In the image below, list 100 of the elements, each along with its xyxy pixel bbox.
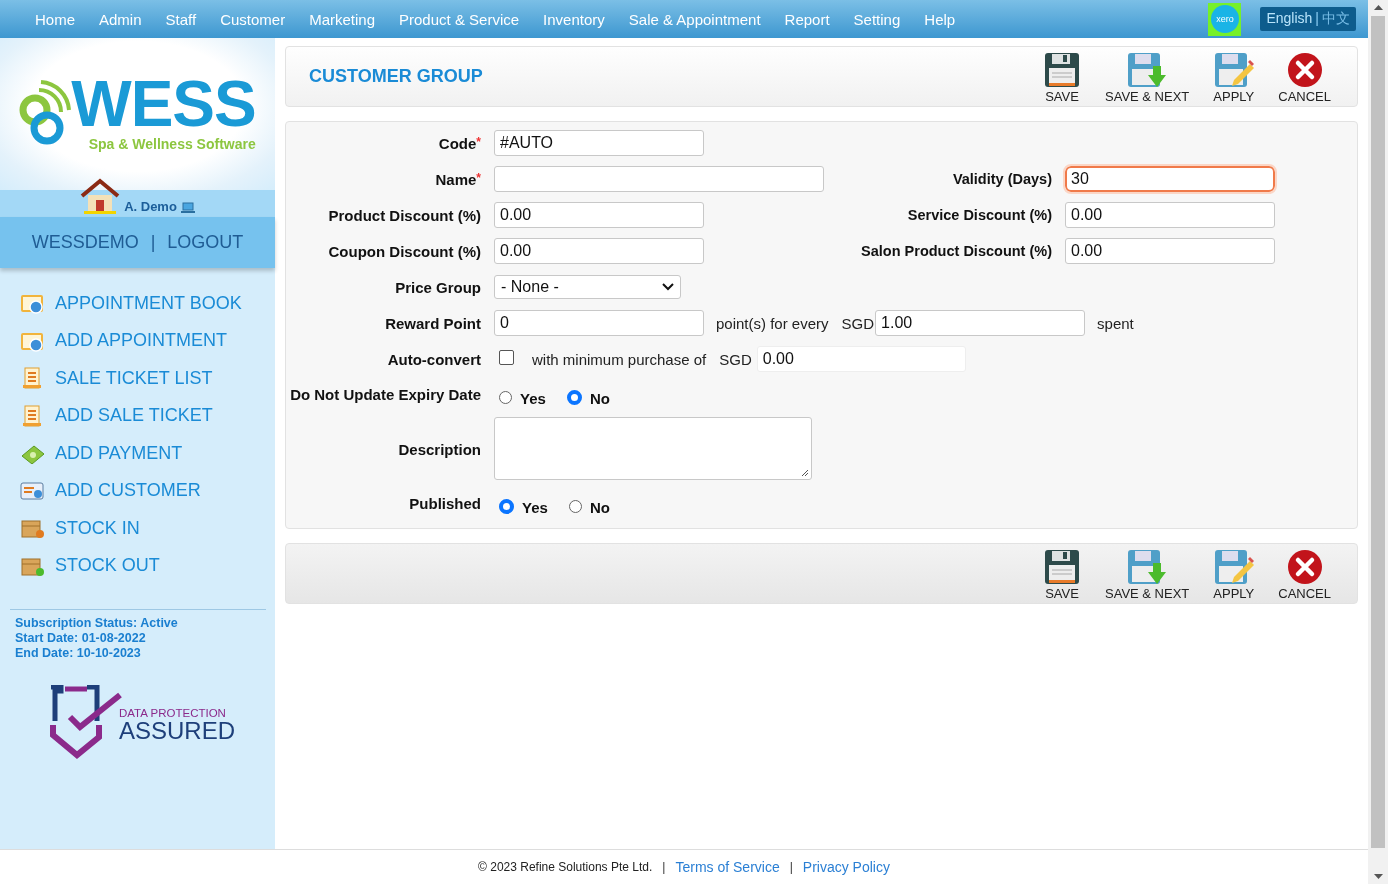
field-label: Description — [397, 441, 481, 458]
badge-title: ASSURED — [119, 719, 236, 743]
separator-text: | — [1315, 10, 1319, 28]
separator-text: | — [662, 860, 666, 874]
nav-menu-item[interactable]: Sale & Appointment — [628, 10, 761, 28]
apply-button[interactable]: APPLY — [1201, 544, 1267, 603]
nav-menu-item[interactable]: Product & Service — [399, 10, 520, 28]
inline-text: point(s) for every — [716, 314, 829, 332]
subscription-text: Start Date: 01-08-2022 — [15, 631, 147, 646]
language-option[interactable]: English — [1266, 10, 1313, 28]
radio-button[interactable] — [566, 389, 582, 405]
language-option[interactable]: 中文 — [1322, 10, 1350, 28]
apply-button[interactable]: APPLY — [1201, 47, 1267, 106]
nav-menu-item[interactable]: Report — [784, 10, 830, 28]
laptop-icon — [180, 202, 195, 214]
amount-field[interactable]: 0.00 — [756, 346, 966, 372]
logo-wordmark: WESS — [71, 76, 256, 134]
resize-grip-icon — [801, 469, 809, 477]
page-title: CUSTOMER GROUP — [309, 66, 483, 87]
text-field[interactable]: 0.00 — [494, 202, 704, 228]
nav-menu-item[interactable]: Customer — [220, 10, 286, 28]
text-field[interactable]: 0.00 — [494, 238, 704, 264]
radio-button[interactable] — [568, 499, 582, 513]
radio-label: No — [589, 389, 610, 407]
account-link[interactable]: LOGOUT — [167, 232, 244, 253]
checkbox[interactable] — [499, 349, 514, 365]
save-button[interactable]: SAVE — [1031, 47, 1093, 106]
nav-menu-item[interactable]: Home — [35, 10, 75, 28]
badge-caption: DATA PROTECTION — [119, 707, 227, 719]
field-label: Salon Product Discount (%) — [860, 243, 1052, 259]
id-card-icon — [20, 479, 46, 502]
field-label: Code* — [437, 134, 481, 152]
scrollbar[interactable] — [1368, 0, 1388, 884]
field-label: Validity (Days) — [951, 171, 1052, 187]
close-icon — [1286, 51, 1323, 88]
field-label: Coupon Discount (%) — [327, 242, 481, 260]
text-field[interactable] — [494, 166, 824, 192]
subscription-text: End Date: 10-10-2023 — [15, 646, 142, 661]
floppy-arrow-icon — [1127, 548, 1168, 585]
cancel-button[interactable]: CANCEL — [1266, 544, 1343, 603]
scroll-down-arrow-icon — [1373, 874, 1383, 879]
logo-tagline: Spa & Wellness Software — [88, 135, 256, 152]
text-field[interactable]: #AUTO — [494, 130, 704, 156]
field-label: Service Discount (%) — [906, 207, 1052, 223]
radio-button[interactable] — [499, 390, 512, 404]
text-field[interactable]: 0.00 — [1065, 202, 1275, 228]
field-label: Published — [408, 496, 481, 512]
sidebar-menu-item[interactable]: STOCK IN — [55, 517, 140, 539]
nav-menu-item[interactable]: Staff — [165, 10, 197, 28]
nav-menu-item[interactable]: Setting — [853, 10, 901, 28]
price-group-dropdown[interactable]: - None - — [494, 275, 681, 299]
nav-menu-item[interactable]: Marketing — [309, 10, 376, 28]
separator-text: | — [789, 860, 793, 874]
sidebar-menu-item[interactable]: ADD APPOINTMENT — [55, 330, 228, 352]
currency-label: SGD — [719, 350, 752, 368]
field-label: Reward Point — [384, 314, 481, 332]
field-label: Auto-convert — [386, 350, 481, 368]
floppy-pencil-icon — [1213, 548, 1254, 585]
save-next-button[interactable]: SAVE & NEXT — [1093, 544, 1202, 603]
floppy-pencil-icon — [1213, 51, 1254, 88]
field-label: Product Discount (%) — [327, 206, 481, 224]
subscription-text: Subscription Status: Active — [15, 616, 179, 631]
cancel-button[interactable]: CANCEL — [1266, 47, 1343, 106]
sidebar-menu-item[interactable]: APPOINTMENT BOOK — [55, 292, 242, 314]
inline-text: with minimum purchase of — [532, 350, 707, 368]
xero-button[interactable]: xero — [1208, 2, 1242, 36]
currency-label: SGD — [841, 314, 875, 332]
nav-menu-item[interactable]: Admin — [99, 10, 142, 28]
box-icon — [20, 517, 46, 540]
text-field[interactable]: 0.00 — [1065, 238, 1275, 264]
house-icon — [80, 178, 121, 214]
save-next-button[interactable]: SAVE & NEXT — [1093, 47, 1202, 106]
sidebar-menu-item[interactable]: STOCK OUT — [55, 555, 160, 577]
field-label: Name* — [434, 170, 481, 188]
field-label: Do Not Update Expiry Date — [289, 387, 481, 403]
radio-label: No — [589, 498, 610, 516]
sidebar-menu-item[interactable]: ADD CUSTOMER — [55, 480, 201, 502]
field-label: Price Group — [394, 278, 481, 296]
copyright-text: © 2023 Refine Solutions Pte Ltd. — [478, 860, 653, 874]
scroll-up-arrow-icon — [1373, 5, 1383, 10]
sidebar-menu-item[interactable]: ADD SALE TICKET — [55, 405, 213, 427]
amount-field[interactable]: 1.00 — [875, 310, 1086, 336]
inline-text: spent — [1097, 314, 1134, 332]
save-button[interactable]: SAVE — [1031, 544, 1093, 603]
user-name: A. Demo — [124, 199, 177, 214]
radio-button[interactable] — [499, 498, 514, 514]
account-link[interactable]: WESSDEMO — [31, 232, 139, 253]
floppy-arrow-icon — [1127, 51, 1168, 88]
text-field[interactable]: 30 — [1065, 166, 1275, 192]
sidebar-menu-item[interactable]: SALE TICKET LIST — [55, 367, 213, 389]
chevron-down-icon — [662, 283, 674, 291]
scrollbar-thumb[interactable] — [1371, 16, 1385, 848]
separator-text: | — [150, 232, 156, 253]
text-field[interactable]: 0 — [494, 310, 704, 336]
footer-link[interactable]: Privacy Policy — [802, 859, 890, 875]
sidebar-menu-item[interactable]: ADD PAYMENT — [55, 442, 183, 464]
footer-link[interactable]: Terms of Service — [675, 859, 780, 875]
radio-label: Yes — [520, 389, 546, 407]
nav-menu-item[interactable]: Inventory — [543, 10, 605, 28]
nav-menu-item[interactable]: Help — [924, 10, 956, 28]
